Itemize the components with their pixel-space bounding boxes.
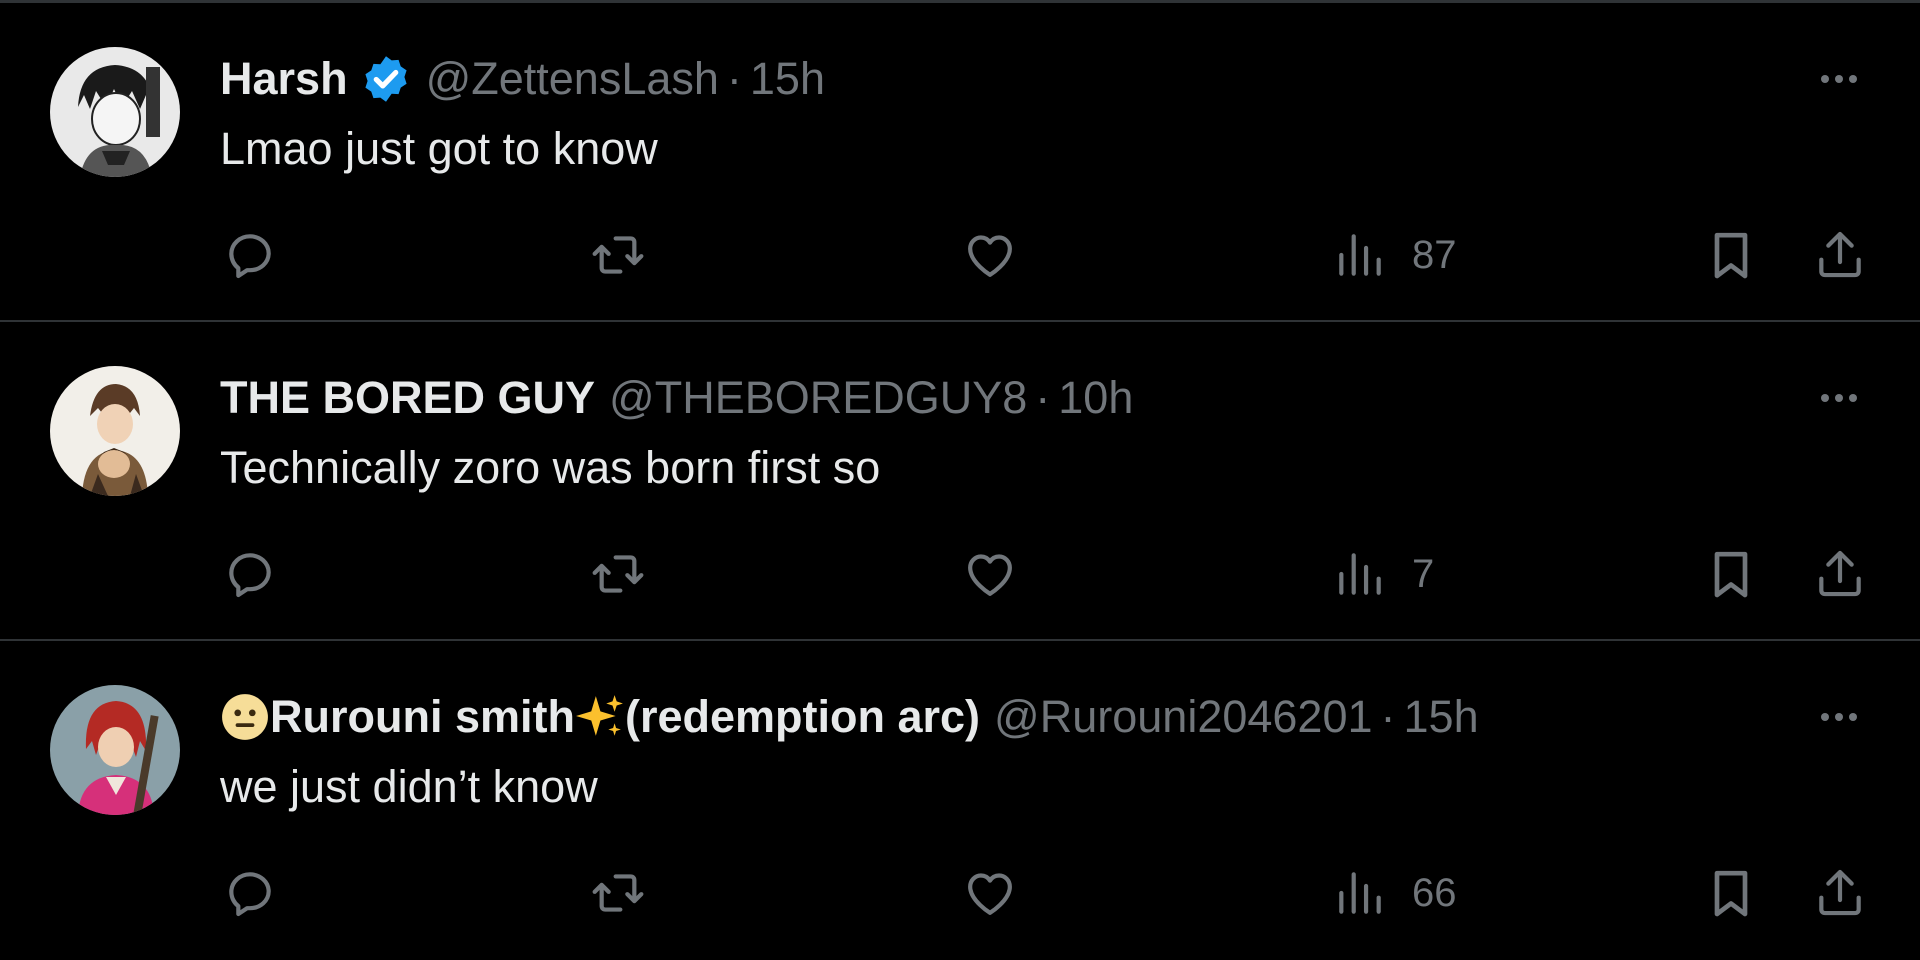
display-name[interactable]: THE BORED GUY xyxy=(220,370,595,426)
reply-button[interactable] xyxy=(222,225,278,285)
share-icon xyxy=(1812,227,1868,283)
like-button[interactable] xyxy=(962,225,1018,285)
more-icon[interactable] xyxy=(1812,61,1866,97)
reply-icon xyxy=(222,865,278,921)
views-icon xyxy=(1332,546,1388,602)
views-icon xyxy=(1332,227,1388,283)
action-bar: 87 xyxy=(0,225,1920,285)
retweet-button[interactable] xyxy=(590,544,646,604)
bookmark-button[interactable] xyxy=(1703,863,1759,923)
reply-button[interactable] xyxy=(222,863,278,923)
views-button[interactable]: 7 xyxy=(1332,544,1434,604)
tweet[interactable]: Harsh @ZettensLash · 15h Lmao just got t… xyxy=(0,3,1920,322)
timestamp[interactable]: 15h xyxy=(1404,689,1479,745)
timestamp[interactable]: 10h xyxy=(1058,370,1133,426)
display-name[interactable]: Harsh xyxy=(220,51,348,107)
user-handle[interactable]: @Rurouni2046201 xyxy=(994,689,1372,745)
views-count: 87 xyxy=(1412,232,1457,277)
neutral-face-emoji xyxy=(220,692,270,742)
action-bar: 7 xyxy=(0,544,1920,604)
reply-button[interactable] xyxy=(222,544,278,604)
display-name-suffix[interactable]: (redemption arc) xyxy=(625,689,980,745)
tweet[interactable]: Rurouni smith (redemption arc) @Rurouni2… xyxy=(0,641,1920,960)
share-icon xyxy=(1812,546,1868,602)
views-count: 66 xyxy=(1412,870,1457,915)
like-icon xyxy=(962,865,1018,921)
retweet-button[interactable] xyxy=(590,863,646,923)
retweet-icon xyxy=(590,865,646,921)
views-count: 7 xyxy=(1412,551,1435,596)
tweet-header: Harsh @ZettensLash · 15h xyxy=(220,51,825,107)
retweet-button[interactable] xyxy=(590,225,646,285)
tweet-text: we just didn’t know xyxy=(220,761,598,812)
like-icon xyxy=(962,546,1018,602)
separator-dot: · xyxy=(1380,691,1396,742)
views-button[interactable]: 66 xyxy=(1332,863,1457,923)
separator-dot: · xyxy=(726,53,742,104)
share-button[interactable] xyxy=(1812,544,1868,604)
retweet-icon xyxy=(590,546,646,602)
avatar[interactable] xyxy=(50,47,180,177)
verified-badge-icon xyxy=(360,53,412,105)
action-bar: 66 xyxy=(0,863,1920,923)
reply-icon xyxy=(222,546,278,602)
avatar[interactable] xyxy=(50,366,180,496)
display-name[interactable]: Rurouni smith xyxy=(270,689,575,745)
avatar[interactable] xyxy=(50,685,180,815)
bookmark-icon xyxy=(1703,865,1759,921)
more-icon[interactable] xyxy=(1812,380,1866,416)
tweet-header: THE BORED GUY @THEBOREDGUY8 · 10h xyxy=(220,370,1133,426)
share-button[interactable] xyxy=(1812,225,1868,285)
views-button[interactable]: 87 xyxy=(1332,225,1457,285)
user-handle[interactable]: @ZettensLash xyxy=(426,51,719,107)
more-icon[interactable] xyxy=(1812,699,1866,735)
like-icon xyxy=(962,227,1018,283)
share-button[interactable] xyxy=(1812,863,1868,923)
share-icon xyxy=(1812,865,1868,921)
bookmark-button[interactable] xyxy=(1703,544,1759,604)
bookmark-icon xyxy=(1703,546,1759,602)
tweet[interactable]: THE BORED GUY @THEBOREDGUY8 · 10h Techni… xyxy=(0,322,1920,641)
reply-icon xyxy=(222,227,278,283)
like-button[interactable] xyxy=(962,544,1018,604)
tweet-header: Rurouni smith (redemption arc) @Rurouni2… xyxy=(220,689,1479,745)
user-handle[interactable]: @THEBOREDGUY8 xyxy=(609,370,1027,426)
views-icon xyxy=(1332,865,1388,921)
timeline: Harsh @ZettensLash · 15h Lmao just got t… xyxy=(0,0,1920,948)
tweet-text: Lmao just got to know xyxy=(220,123,658,174)
retweet-icon xyxy=(590,227,646,283)
timestamp[interactable]: 15h xyxy=(750,51,825,107)
separator-dot: · xyxy=(1035,372,1051,423)
bookmark-button[interactable] xyxy=(1703,225,1759,285)
tweet-text: Technically zoro was born first so xyxy=(220,442,881,493)
like-button[interactable] xyxy=(962,863,1018,923)
sparkles-emoji xyxy=(575,692,625,742)
bookmark-icon xyxy=(1703,227,1759,283)
